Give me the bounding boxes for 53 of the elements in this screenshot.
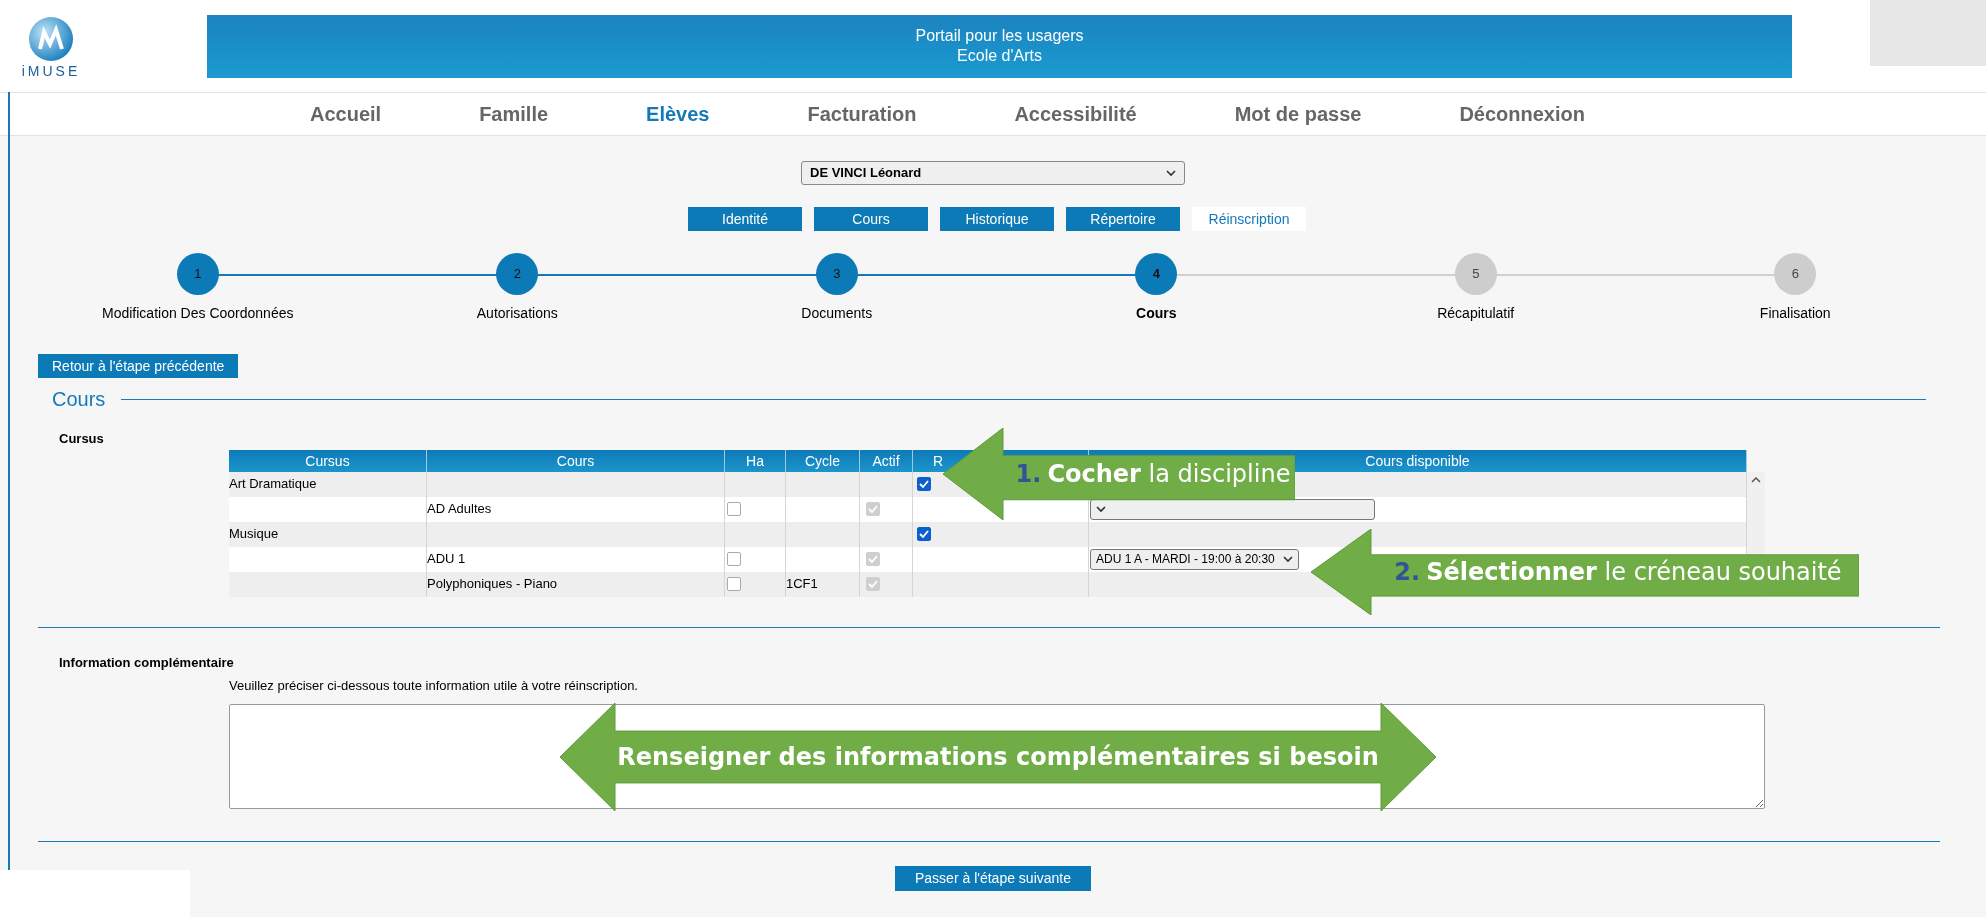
column-header: Cours [427, 449, 725, 472]
chevron-icon [1282, 555, 1293, 563]
student-select[interactable]: DE VINCI Léonard [801, 161, 1185, 185]
checkbox[interactable] [917, 477, 931, 491]
nav-link[interactable]: Accessibilité [1014, 99, 1137, 129]
checkbox[interactable] [727, 577, 741, 591]
callout-tooltip: 2. Sélectionner le créneau souhaité [1311, 529, 1859, 615]
column-header: Cursus [229, 449, 427, 472]
nav-link[interactable]: Famille [479, 99, 549, 129]
nav-link[interactable]: Accueil [310, 99, 382, 129]
callout-tooltip: 1. Cocher la discipline [943, 428, 1295, 520]
nav-link[interactable]: Elèves [646, 99, 710, 129]
cursus-label: Cursus [59, 430, 105, 448]
table-cell-text: ADU 1 [427, 550, 466, 569]
callout-tooltip: Renseigner des informations complémentaires si besoin [560, 703, 1436, 811]
section-title: Cours [52, 387, 106, 412]
step-label[interactable]: Récapitulatif [1437, 303, 1515, 324]
chevron-icon [1166, 169, 1176, 177]
step-label[interactable]: Finalisation [1759, 303, 1831, 324]
banner-subtitle: Ecole d'Arts [957, 46, 1042, 66]
tab[interactable]: Identité [688, 207, 802, 231]
checkbox[interactable] [727, 502, 741, 516]
slot-select[interactable] [1090, 498, 1375, 520]
nav-link[interactable]: Facturation [807, 99, 917, 129]
table-cell-text: Musique [229, 525, 279, 544]
step-label[interactable]: Autorisations [476, 303, 558, 324]
column-header: Cycle [786, 449, 860, 472]
nav-link[interactable]: Mot de passe [1234, 99, 1362, 129]
info-hint: Veuillez préciser ci-dessous toute information utile à votre réinscription. [229, 677, 639, 695]
step-label[interactable]: Documents [801, 303, 873, 324]
tab[interactable]: Répertoire [1066, 207, 1180, 231]
checkbox[interactable] [917, 527, 931, 541]
column-header: Actif [860, 449, 913, 472]
tab[interactable]: Réinscription [1192, 207, 1306, 231]
step-label[interactable]: Modification Des Coordonnées [102, 303, 294, 324]
step-label[interactable]: Cours [1136, 303, 1177, 324]
slot-select[interactable]: ADU 1 A - MARDI - 19:00 à 20:30 [1090, 548, 1299, 570]
banner-title: Portail pour les usagers [915, 26, 1084, 46]
table-cell-text: Polyphoniques - Piano [427, 575, 558, 594]
next-button[interactable]: Passer à l'étape suivante [895, 865, 1091, 891]
nav-link[interactable]: Déconnexion [1459, 99, 1585, 129]
tab[interactable]: Historique [940, 207, 1054, 231]
logo: iMUSE [10, 16, 92, 78]
checkbox[interactable] [727, 552, 741, 566]
info-title: Information complémentaire [59, 653, 235, 672]
table-cell-text: 1CF1 [786, 575, 818, 594]
table-cell-text: AD Adultes [427, 500, 492, 519]
chevron-icon [1096, 505, 1106, 513]
column-header: Ha [725, 449, 786, 472]
scroll-up-icon[interactable] [1751, 475, 1761, 483]
tab[interactable]: Cours [814, 207, 928, 231]
table-cell-text: Art Dramatique [229, 475, 317, 494]
back-button[interactable]: Retour à l'étape précédente [38, 354, 239, 378]
